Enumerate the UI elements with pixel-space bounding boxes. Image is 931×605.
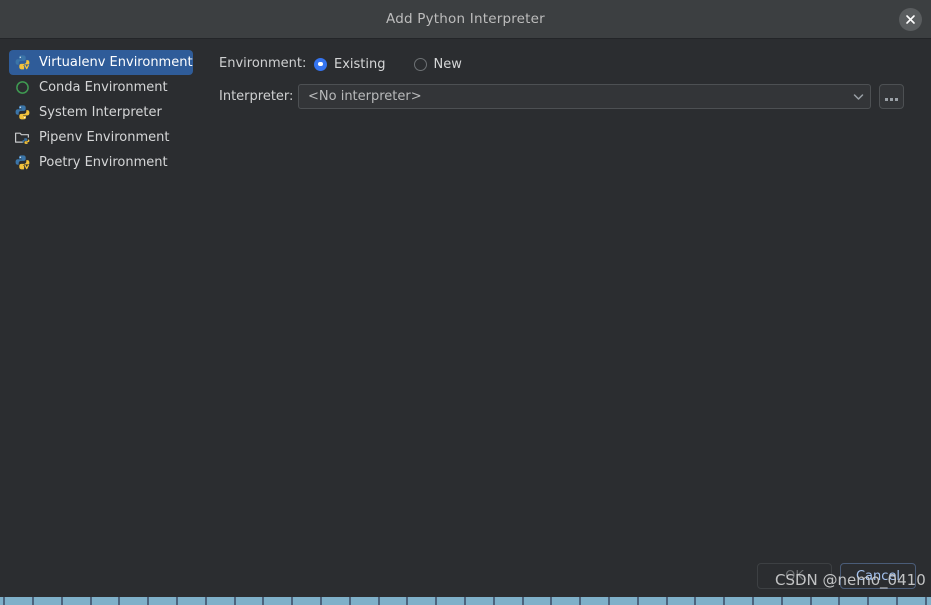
radio-existing-label: Existing	[334, 56, 386, 72]
strip-tick	[262, 597, 264, 605]
strip-tick	[810, 597, 812, 605]
radio-new[interactable]: New	[413, 56, 462, 72]
sidebar-item-conda-environment[interactable]: Conda Environment	[9, 75, 193, 100]
python-venv-icon	[14, 54, 31, 71]
strip-tick	[867, 597, 869, 605]
sidebar-item-label: Virtualenv Environment	[39, 55, 193, 70]
interpreter-settings-panel: Environment: Existing New Interpreter: <…	[202, 39, 931, 605]
strip-tick	[522, 597, 524, 605]
interpreter-dropdown[interactable]: <No interpreter>	[298, 84, 871, 109]
strip-tick	[550, 597, 552, 605]
strip-tick	[320, 597, 322, 605]
strip-tick	[118, 597, 120, 605]
sidebar-item-poetry-environment[interactable]: Poetry Environment	[9, 150, 193, 175]
strip-tick	[579, 597, 581, 605]
radio-new-indicator	[413, 57, 427, 71]
radio-existing[interactable]: Existing	[314, 57, 386, 72]
environment-radio-group: Existing New	[314, 53, 490, 75]
radio-existing-indicator	[314, 57, 327, 71]
python-poetry-icon	[14, 154, 31, 171]
strip-tick	[291, 597, 293, 605]
strip-tick	[896, 597, 898, 605]
strip-tick	[637, 597, 639, 605]
strip-tick	[925, 597, 927, 605]
ok-button[interactable]: OK	[757, 563, 832, 589]
sidebar-item-label: Poetry Environment	[39, 155, 168, 170]
chevron-down-icon	[846, 85, 870, 108]
strip-tick	[493, 597, 495, 605]
folder-pipenv-icon	[14, 129, 31, 146]
sidebar-item-label: Pipenv Environment	[39, 130, 170, 145]
interpreter-dropdown-value: <No interpreter>	[308, 89, 422, 104]
sidebar-item-label: Conda Environment	[39, 80, 168, 95]
conda-circle-icon	[14, 79, 31, 96]
strip-tick	[3, 597, 5, 605]
strip-tick	[32, 597, 34, 605]
strip-tick	[147, 597, 149, 605]
strip-tick	[90, 597, 92, 605]
strip-tick	[838, 597, 840, 605]
dialog-title: Add Python Interpreter	[386, 11, 545, 27]
strip-tick	[781, 597, 783, 605]
python-icon	[14, 104, 31, 121]
strip-tick	[666, 597, 668, 605]
strip-tick	[752, 597, 754, 605]
strip-tick	[234, 597, 236, 605]
radio-new-label: New	[433, 56, 462, 72]
strip-tick	[464, 597, 466, 605]
strip-tick	[723, 597, 725, 605]
strip-tick	[205, 597, 207, 605]
strip-tick	[435, 597, 437, 605]
dialog-titlebar: Add Python Interpreter	[0, 0, 931, 39]
interpreter-label: Interpreter:	[219, 89, 294, 104]
close-icon[interactable]	[899, 8, 922, 31]
sidebar-item-pipenv-environment[interactable]: Pipenv Environment	[9, 125, 193, 150]
sidebar-item-system-interpreter[interactable]: System Interpreter	[9, 100, 193, 125]
strip-tick	[694, 597, 696, 605]
browse-interpreter-button[interactable]	[879, 84, 904, 109]
sidebar-item-label: System Interpreter	[39, 105, 162, 120]
sidebar-item-virtualenv-environment[interactable]: Virtualenv Environment	[9, 50, 193, 75]
background-window-strip	[0, 597, 931, 605]
ellipsis-icon	[885, 98, 898, 101]
cancel-button[interactable]: Cancel	[840, 563, 916, 589]
add-python-interpreter-dialog: Add Python Interpreter Virtualenv Enviro…	[0, 0, 931, 605]
strip-tick	[406, 597, 408, 605]
strip-tick	[61, 597, 63, 605]
interpreter-type-sidebar: Virtualenv Environment Conda Environment…	[0, 39, 202, 605]
environment-label: Environment:	[219, 56, 307, 71]
strip-tick	[349, 597, 351, 605]
strip-tick	[608, 597, 610, 605]
strip-tick	[378, 597, 380, 605]
strip-tick	[176, 597, 178, 605]
